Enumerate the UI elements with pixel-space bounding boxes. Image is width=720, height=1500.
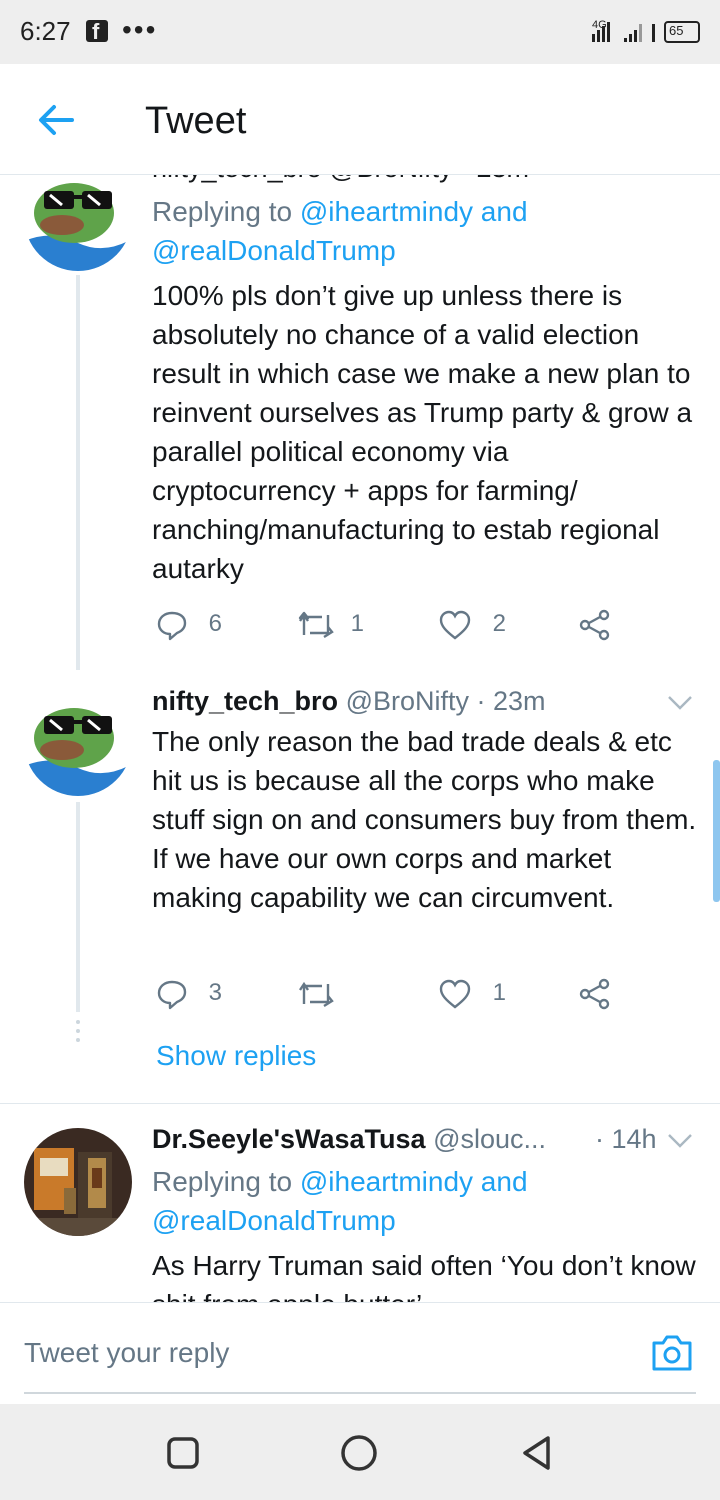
retweet-count: 1 [350, 610, 365, 638]
tweet-text: The only reason the bad trade deals & et… [152, 726, 697, 913]
thread-dots [76, 1020, 80, 1042]
tweet-1-partial-header: nifty_tech_bro @BroNifty · 23m [152, 175, 529, 184]
reply-button[interactable]: 6 [156, 609, 222, 641]
reply-icon [157, 611, 187, 641]
reply-icon [157, 980, 187, 1010]
mention-link[interactable]: @iheartmindy [300, 1166, 473, 1197]
tweet-1[interactable]: nifty_tech_bro @BroNifty · 23m Replying … [0, 175, 720, 670]
retweet-icon [299, 981, 334, 1008]
tweet-text: As Harry Truman said often ‘You don’t kn… [152, 1250, 696, 1302]
tweet-header: nifty_tech_bro @BroNifty · 23m [152, 686, 546, 717]
triangle-back-nav-icon[interactable] [520, 1434, 554, 1477]
share-icon [579, 978, 610, 1010]
camera-icon[interactable] [650, 1333, 694, 1378]
like-button[interactable]: 1 [438, 978, 506, 1010]
retweet-button[interactable] [296, 978, 344, 1010]
reply-button[interactable]: 3 [156, 978, 222, 1010]
like-icon [439, 610, 471, 640]
circle-nav-icon[interactable] [340, 1434, 378, 1477]
back-arrow-icon[interactable] [36, 102, 76, 143]
replying-to: Replying to @iheartmindy and @realDonald… [152, 1166, 528, 1236]
battery-icon: 65 [664, 21, 700, 43]
reply-input-underline [24, 1392, 696, 1394]
thread-line [76, 275, 80, 670]
facebook-notification-icon: f [86, 19, 108, 44]
status-bar: 6:27 f ••• 4G 65 [0, 0, 720, 64]
reply-count: 6 [208, 610, 223, 638]
header: Tweet [0, 64, 720, 175]
tweet-header: Dr.Seeyle'sWasaTusa @slouc... [152, 1124, 546, 1155]
signal-icon: 4G [590, 18, 660, 49]
timestamp: · 14h [595, 1124, 657, 1154]
avatar[interactable] [24, 688, 132, 796]
reply-composer[interactable]: Tweet your reply [0, 1302, 720, 1405]
like-count: 1 [492, 979, 507, 1007]
tweet-text: 100% pls don’t give up unless there is a… [152, 280, 693, 584]
retweet-icon [298, 611, 334, 639]
reply-input[interactable]: Tweet your reply [24, 1337, 229, 1369]
handle: @BroNifty [345, 686, 469, 716]
like-icon [439, 979, 471, 1009]
share-button[interactable] [578, 978, 612, 1010]
page-title: Tweet [145, 100, 247, 142]
display-name[interactable]: Dr.Seeyle'sWasaTusa [152, 1124, 426, 1154]
timestamp: · 23m [476, 686, 546, 716]
avatar[interactable] [24, 1128, 132, 1236]
retweet-button[interactable]: 1 [296, 609, 364, 641]
display-name[interactable]: nifty_tech_bro [152, 686, 338, 716]
share-button[interactable] [578, 609, 612, 641]
system-nav-bar [0, 1404, 720, 1500]
scrollbar[interactable] [713, 760, 720, 902]
chevron-down-icon[interactable] [666, 694, 694, 717]
mention-link[interactable]: @iheartmindy [300, 196, 473, 227]
show-replies-link[interactable]: Show replies [156, 1040, 316, 1072]
like-count: 2 [492, 610, 507, 638]
status-time: 6:27 [20, 16, 71, 46]
tweet-2[interactable]: nifty_tech_bro @BroNifty · 23m The only … [0, 670, 720, 1102]
square-nav-icon[interactable] [166, 1436, 200, 1475]
like-button[interactable]: 2 [438, 609, 506, 641]
more-notifications-icon: ••• [122, 14, 158, 45]
mention-link[interactable]: @realDonaldTrump [152, 235, 396, 266]
handle: @slouc... [433, 1124, 547, 1154]
avatar[interactable] [24, 175, 132, 271]
tweet-3[interactable]: Dr.Seeyle'sWasaTusa @slouc... · 14h Repl… [0, 1104, 720, 1302]
thread-line [76, 802, 80, 1012]
mention-link[interactable]: @realDonaldTrump [152, 1205, 396, 1236]
chevron-down-icon[interactable] [666, 1132, 694, 1155]
reply-count: 3 [208, 979, 223, 1007]
replying-to: Replying to @iheartmindy and @realDonald… [152, 196, 528, 266]
share-icon [579, 609, 610, 641]
